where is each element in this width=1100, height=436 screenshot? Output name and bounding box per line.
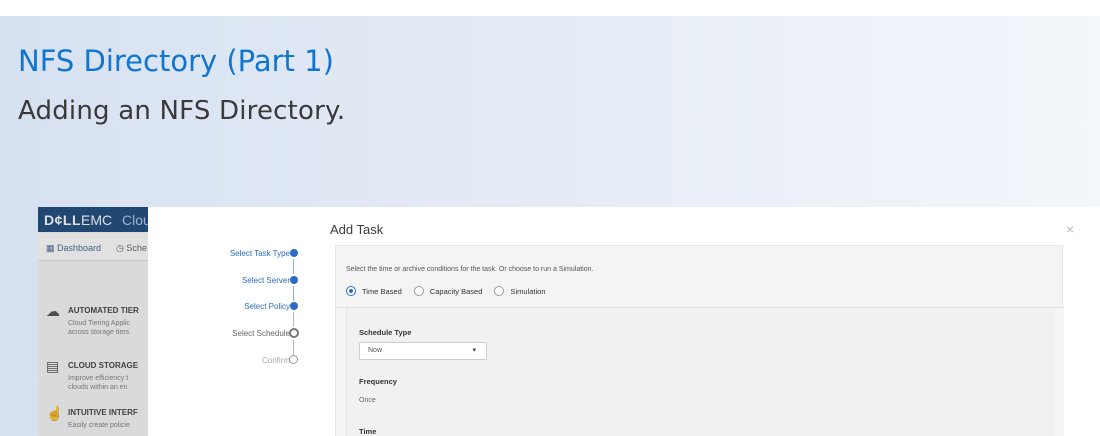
schedule-type-value: Now [368, 347, 383, 354]
modal-title: Add Task [330, 222, 384, 237]
schedule-section: Schedule Type Now ▾ Frequency Once Time [336, 307, 1064, 436]
wizard-steps: Select Task Type Select Server Select Po… [148, 207, 308, 436]
radio-label: Time Based [362, 286, 402, 296]
step-select-server[interactable]: Select Server [242, 276, 290, 285]
schedule-type-label: Schedule Type [359, 328, 412, 337]
step-connector [293, 340, 294, 355]
step-select-task-type[interactable]: Select Task Type [230, 249, 290, 258]
schedule-type-select[interactable]: Now ▾ [359, 342, 487, 360]
radio-unselected-icon [413, 286, 424, 296]
step-connector [293, 259, 294, 274]
modal-overlay [38, 207, 148, 436]
time-label: Time [359, 427, 377, 436]
add-task-modal: Add Task × Select Task Type Select Serve… [148, 207, 1100, 436]
chevron-down-icon: ▾ [472, 347, 476, 354]
close-icon[interactable]: × [1066, 221, 1074, 237]
radio-label: Simulation [510, 286, 546, 296]
instruction-text: Select the time or archive conditions fo… [346, 266, 594, 273]
step-done-icon [290, 302, 298, 310]
frequency-label: Frequency [359, 377, 397, 386]
step-current-icon [289, 328, 299, 338]
radio-capacity-based[interactable]: Capacity Based [413, 286, 483, 296]
top-strip [0, 0, 1100, 16]
step-done-icon [290, 249, 298, 257]
step-pending-icon [289, 355, 298, 364]
page-title: NFS Directory (Part 1) [18, 44, 334, 78]
step-select-schedule[interactable]: Select Schedule [232, 329, 290, 338]
schedule-box: Schedule Type Now ▾ Frequency Once Time [346, 308, 1054, 436]
radio-label: Capacity Based [429, 286, 483, 296]
page-subtitle: Adding an NFS Directory. [18, 96, 346, 126]
task-mode-radio-group: Time Based Capacity Based Simulation [346, 286, 556, 298]
background-app: D¢LLEMC Clou ▦ Dashboard ◷ Sche ☁ AUTOMA… [38, 207, 148, 436]
step-connector [293, 286, 294, 301]
step-connector [293, 312, 294, 327]
radio-simulation[interactable]: Simulation [494, 286, 546, 296]
step-select-policy[interactable]: Select Policy [244, 302, 290, 311]
schedule-form: Select the time or archive conditions fo… [335, 245, 1064, 436]
radio-selected-icon [346, 286, 356, 296]
radio-time-based[interactable]: Time Based [346, 286, 402, 296]
frequency-value: Once [359, 397, 376, 404]
radio-unselected-icon [494, 286, 505, 296]
screenshot-panel: D¢LLEMC Clou ▦ Dashboard ◷ Sche ☁ AUTOMA… [38, 207, 1100, 436]
step-confirm[interactable]: Confirm [262, 356, 290, 365]
step-done-icon [290, 276, 298, 284]
